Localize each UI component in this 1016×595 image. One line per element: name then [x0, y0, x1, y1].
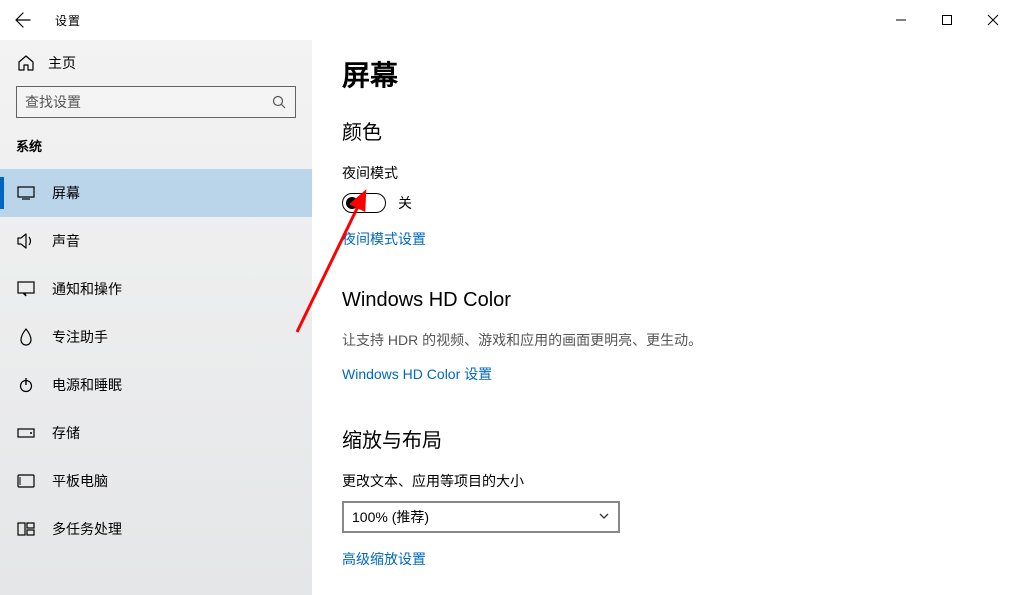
- sidebar-item-label: 屏幕: [52, 183, 80, 203]
- sound-icon: [16, 231, 36, 251]
- home-icon: [16, 54, 36, 72]
- back-button[interactable]: [0, 0, 45, 40]
- section-heading-hdcolor: Windows HD Color: [342, 289, 1016, 312]
- hdcolor-settings-link[interactable]: Windows HD Color 设置: [342, 364, 492, 384]
- toggle-knob: [346, 197, 358, 209]
- night-mode-label: 夜间模式: [342, 163, 1016, 183]
- maximize-icon: [941, 14, 953, 26]
- night-mode-toggle-row: 关: [342, 193, 1016, 213]
- hdcolor-description: 让支持 HDR 的视频、游戏和应用的画面更明亮、更生动。: [342, 330, 1016, 350]
- notifications-icon: [16, 279, 36, 299]
- scale-dropdown-value: 100% (推荐): [352, 507, 429, 527]
- sidebar-item-label: 声音: [52, 231, 80, 251]
- sidebar-item-label: 平板电脑: [52, 471, 108, 491]
- sidebar-item-tablet[interactable]: 平板电脑: [0, 457, 312, 505]
- sidebar-item-label: 多任务处理: [52, 519, 122, 539]
- scale-size-label: 更改文本、应用等项目的大小: [342, 471, 1016, 491]
- tablet-icon: [16, 471, 36, 491]
- sidebar-item-display[interactable]: 屏幕: [0, 169, 312, 217]
- search-input[interactable]: [25, 94, 271, 110]
- sidebar-item-notifications[interactable]: 通知和操作: [0, 265, 312, 313]
- focus-assist-icon: [16, 327, 36, 347]
- scale-dropdown[interactable]: 100% (推荐): [342, 501, 620, 533]
- search-box[interactable]: [16, 86, 296, 118]
- window-title: 设置: [55, 12, 81, 29]
- sidebar-item-focus-assist[interactable]: 专注助手: [0, 313, 312, 361]
- storage-icon: [16, 423, 36, 443]
- advanced-scale-link[interactable]: 高级缩放设置: [342, 549, 426, 569]
- sidebar-item-label: 通知和操作: [52, 279, 122, 299]
- maximize-button[interactable]: [924, 0, 970, 40]
- sidebar-item-label: 电源和睡眠: [52, 375, 122, 395]
- search-container: [0, 86, 312, 128]
- close-button[interactable]: [970, 0, 1016, 40]
- section-heading-color: 颜色: [342, 116, 1016, 145]
- search-icon: [271, 94, 287, 110]
- close-icon: [987, 14, 999, 26]
- window-controls: [878, 0, 1016, 40]
- chevron-down-icon: [598, 509, 610, 525]
- multitasking-icon: [16, 519, 36, 539]
- sidebar-item-label: 存储: [52, 423, 80, 443]
- section-heading-scale: 缩放与布局: [342, 424, 1016, 453]
- sidebar-item-power-sleep[interactable]: 电源和睡眠: [0, 361, 312, 409]
- minimize-button[interactable]: [878, 0, 924, 40]
- power-icon: [16, 375, 36, 395]
- minimize-icon: [895, 14, 907, 26]
- sidebar-item-storage[interactable]: 存储: [0, 409, 312, 457]
- home-label: 主页: [48, 53, 76, 73]
- night-mode-state: 关: [398, 193, 412, 213]
- sidebar-item-sound[interactable]: 声音: [0, 217, 312, 265]
- home-button[interactable]: 主页: [0, 40, 312, 86]
- sidebar-item-multitasking[interactable]: 多任务处理: [0, 505, 312, 553]
- sidebar-item-label: 专注助手: [52, 327, 108, 347]
- night-mode-settings-link[interactable]: 夜间模式设置: [342, 229, 426, 249]
- page-title: 屏幕: [342, 54, 1016, 94]
- night-mode-toggle[interactable]: [342, 193, 386, 213]
- sidebar-group-label: 系统: [0, 128, 312, 169]
- display-icon: [16, 183, 36, 203]
- content-area: 屏幕 颜色 夜间模式 关 夜间模式设置 Windows HD Color 让支持…: [312, 40, 1016, 595]
- back-arrow-icon: [15, 12, 31, 28]
- title-bar: 设置: [0, 0, 1016, 40]
- sidebar: 主页 系统 屏幕 声音 通知和操作 专注助手: [0, 40, 312, 595]
